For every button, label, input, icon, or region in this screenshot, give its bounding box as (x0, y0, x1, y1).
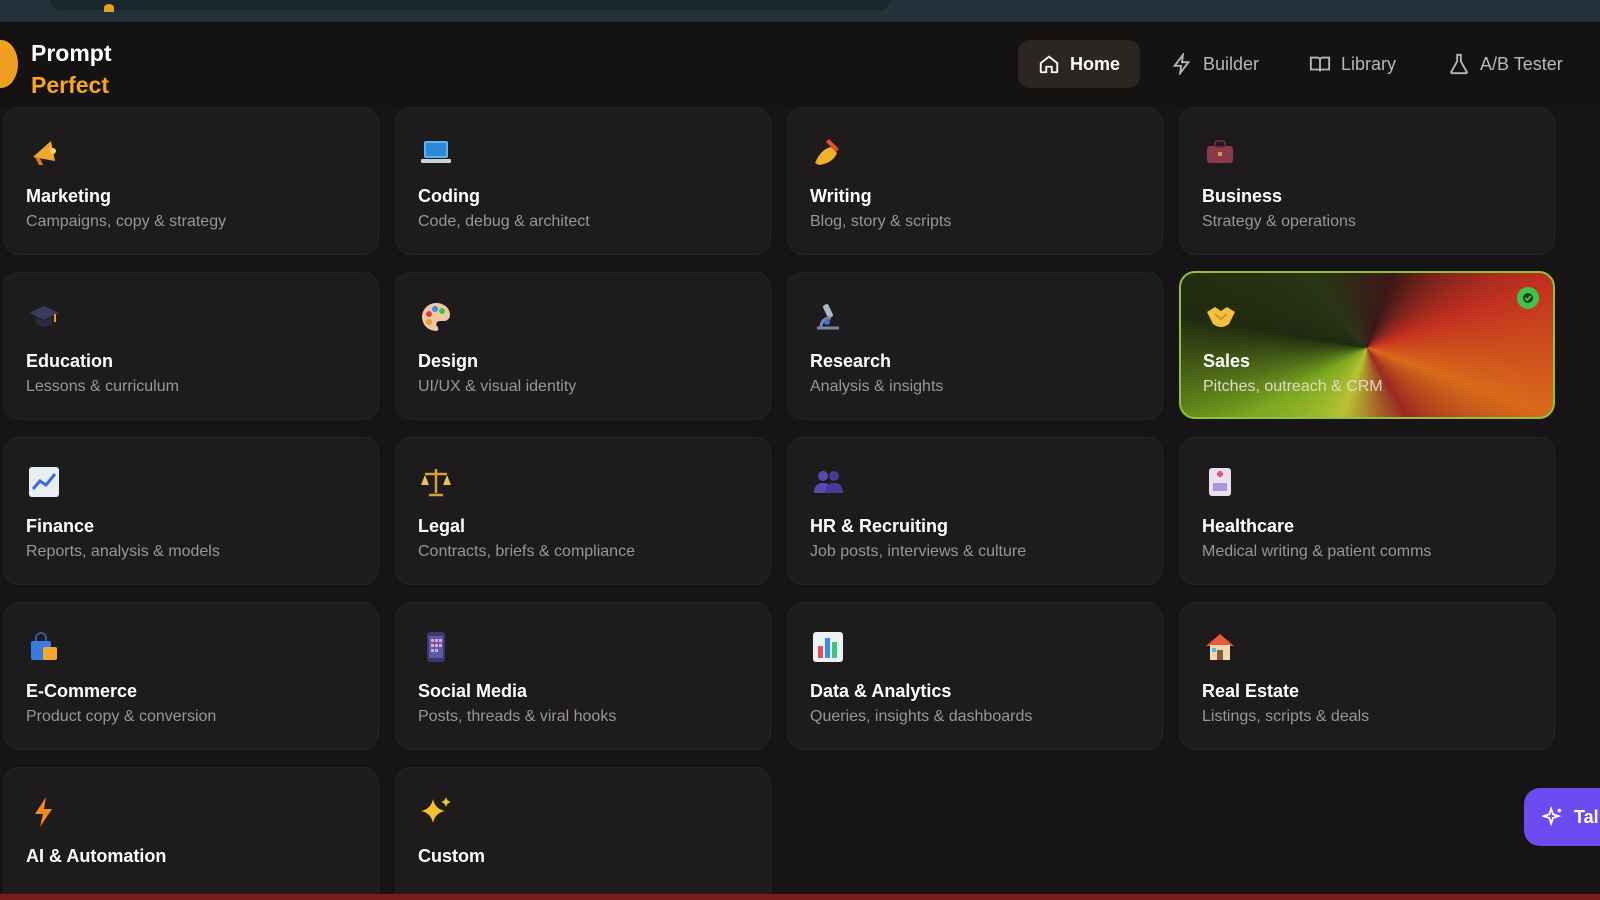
card-subtitle: Listings, scripts & deals (1202, 708, 1370, 725)
megaphone-icon (26, 134, 62, 170)
app-header: Prompt Perfect Home Builder Library A/B … (0, 22, 1600, 108)
bottom-bar (0, 894, 1600, 900)
card-title: Data & Analytics (810, 681, 952, 701)
floating-button-label: Tal (1574, 806, 1599, 827)
card-title: Social Media (418, 681, 528, 701)
laptop-icon (418, 134, 454, 170)
card-subtitle: Queries, insights & dashboards (810, 708, 1033, 725)
nav-builder-label: Builder (1203, 53, 1260, 74)
category-card-healthcare[interactable]: Healthcare Medical writing & patient com… (1179, 437, 1555, 585)
card-subtitle: Campaigns, copy & strategy (26, 213, 227, 230)
card-title: Coding (418, 186, 480, 206)
card-subtitle: Analysis & insights (810, 378, 944, 395)
category-card-design[interactable]: Design UI/UX & visual identity (395, 272, 771, 420)
nav-home[interactable]: Home (1018, 40, 1141, 88)
phone-icon (418, 629, 454, 665)
card-title: Research (810, 351, 892, 371)
card-title: Sales (1203, 351, 1251, 371)
category-card-finance[interactable]: Finance Reports, analysis & models (3, 437, 379, 585)
book-icon (1309, 56, 1331, 72)
bolt-icon (1172, 53, 1191, 75)
card-title: AI & Automation (26, 846, 167, 866)
people-icon (810, 464, 846, 500)
category-card-education[interactable]: Education Lessons & curriculum (3, 272, 379, 420)
category-card-data-analytics[interactable]: Data & Analytics Queries, insights & das… (787, 602, 1163, 750)
category-card-coding[interactable]: Coding Code, debug & architect (395, 107, 771, 255)
floating-action-button[interactable]: Tal (1524, 788, 1600, 846)
category-card-writing[interactable]: Writing Blog, story & scripts (787, 107, 1163, 255)
category-card-ai-automation[interactable]: AI & Automation (3, 767, 379, 900)
brand-line2: Perfect (31, 72, 109, 98)
card-title: Custom (418, 846, 485, 866)
microscope-icon (810, 299, 846, 335)
nav-ab-tester[interactable]: A/B Tester (1448, 40, 1563, 88)
browser-top-strip (0, 0, 1600, 22)
home-icon (1039, 55, 1059, 74)
nav-library[interactable]: Library (1309, 40, 1396, 88)
bar-chart-icon (810, 629, 846, 665)
card-title: HR & Recruiting (810, 516, 949, 536)
shopping-bag-icon (26, 629, 62, 665)
card-title: Finance (26, 516, 95, 536)
card-subtitle: Blog, story & scripts (810, 213, 952, 230)
logo-icon (0, 40, 18, 88)
sparkle-icon (1542, 806, 1562, 827)
palette-icon (418, 299, 454, 335)
card-title: Legal (418, 516, 466, 536)
nav-builder[interactable]: Builder (1171, 40, 1259, 88)
card-subtitle: Product copy & conversion (26, 708, 217, 725)
card-subtitle: Code, debug & architect (418, 213, 590, 230)
graduation-cap-icon (26, 299, 62, 335)
tab-indicator-icon (104, 4, 114, 12)
card-title: Design (418, 351, 479, 371)
card-subtitle: Strategy & operations (1202, 213, 1356, 230)
card-title: Real Estate (1202, 681, 1300, 701)
selected-check-icon (1517, 287, 1539, 309)
category-card-business[interactable]: Business Strategy & operations (1179, 107, 1555, 255)
medical-icon (1202, 464, 1238, 500)
nav-ab-tester-label: A/B Tester (1480, 53, 1563, 74)
flask-icon (1450, 53, 1468, 75)
category-card-hr-recruiting[interactable]: HR & Recruiting Job posts, interviews & … (787, 437, 1163, 585)
writing-hand-icon (810, 134, 846, 170)
card-subtitle: UI/UX & visual identity (418, 378, 577, 395)
lightning-icon (26, 794, 62, 830)
address-bar[interactable] (50, 0, 890, 10)
category-card-research[interactable]: Research Analysis & insights (787, 272, 1163, 420)
card-title: Writing (810, 186, 872, 206)
card-subtitle: Job posts, interviews & culture (810, 543, 1027, 560)
briefcase-icon (1202, 134, 1238, 170)
card-title: Education (26, 351, 114, 371)
house-icon (1202, 629, 1238, 665)
category-card-e-commerce[interactable]: E-Commerce Product copy & conversion (3, 602, 379, 750)
card-title: Marketing (26, 186, 112, 206)
card-subtitle: Medical writing & patient comms (1202, 543, 1432, 560)
card-subtitle: Posts, threads & viral hooks (418, 708, 617, 725)
card-title: Business (1202, 186, 1283, 206)
card-subtitle: Pitches, outreach & CRM (1203, 378, 1383, 395)
card-title: E-Commerce (26, 681, 138, 701)
category-card-real-estate[interactable]: Real Estate Listings, scripts & deals (1179, 602, 1555, 750)
sparkles-icon (418, 794, 454, 830)
nav-library-label: Library (1341, 53, 1397, 74)
category-card-custom[interactable]: Custom (395, 767, 771, 900)
card-subtitle: Reports, analysis & models (26, 543, 220, 560)
category-card-marketing[interactable]: Marketing Campaigns, copy & strategy (3, 107, 379, 255)
category-card-legal[interactable]: Legal Contracts, briefs & compliance (395, 437, 771, 585)
handshake-icon (1203, 299, 1239, 335)
brand-line1: Prompt (31, 40, 112, 66)
nav-home-label: Home (1070, 53, 1121, 74)
card-subtitle: Contracts, briefs & compliance (418, 543, 635, 560)
card-subtitle: Lessons & curriculum (26, 378, 179, 395)
chart-up-icon (26, 464, 62, 500)
category-card-sales[interactable]: Sales Pitches, outreach & CRM (1179, 271, 1555, 419)
category-card-social-media[interactable]: Social Media Posts, threads & viral hook… (395, 602, 771, 750)
scales-icon (418, 464, 454, 500)
card-title: Healthcare (1202, 516, 1295, 536)
